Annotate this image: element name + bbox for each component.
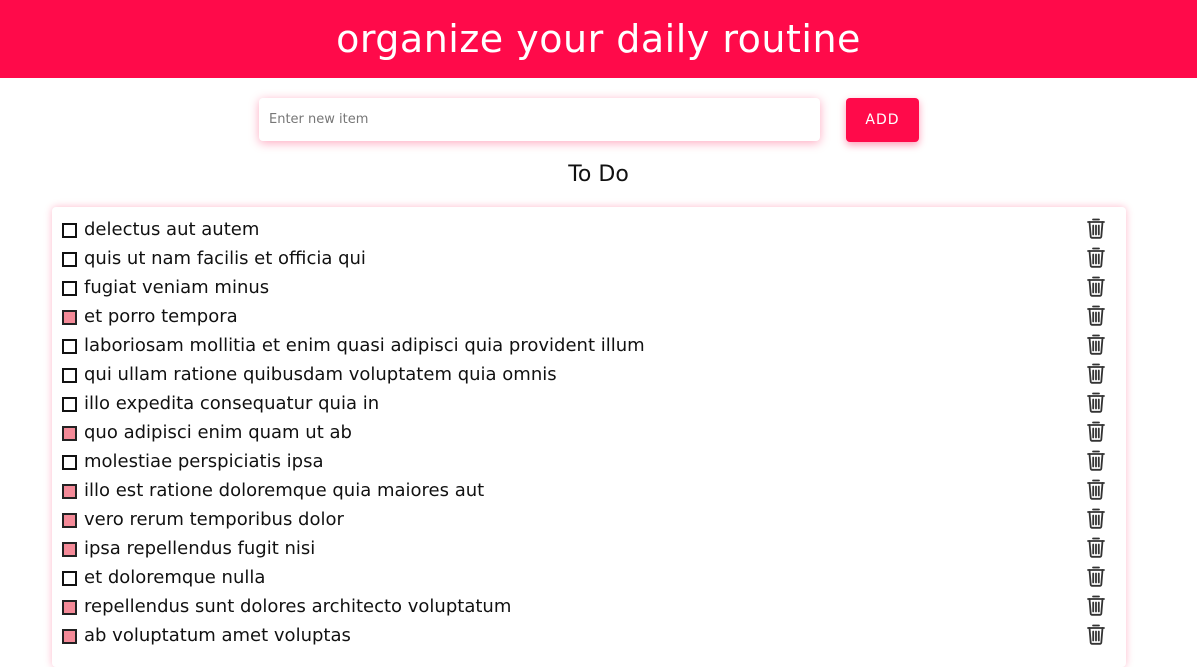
trash-icon[interactable] xyxy=(1086,362,1106,384)
item-label: delectus aut autem xyxy=(84,219,260,240)
app-header: organize your daily routine xyxy=(0,0,1197,78)
trash-icon[interactable] xyxy=(1086,304,1106,326)
item-label: et doloremque nulla xyxy=(84,567,266,588)
section-title: To Do xyxy=(568,162,629,187)
add-button[interactable]: ADD xyxy=(846,98,919,142)
list-item: et porro tempora xyxy=(52,303,1126,332)
list-item: quo adipisci enim quam ut ab xyxy=(52,419,1126,448)
list-item: et doloremque nulla xyxy=(52,564,1126,593)
new-item-input[interactable] xyxy=(259,98,820,141)
todo-list: delectus aut autem quis ut nam facilis et… xyxy=(52,216,1126,651)
trash-icon[interactable] xyxy=(1086,478,1106,500)
trash-icon[interactable] xyxy=(1086,333,1106,355)
list-item: ab voluptatum amet voluptas xyxy=(52,622,1126,651)
list-item: delectus aut autem xyxy=(52,216,1126,245)
trash-icon[interactable] xyxy=(1086,391,1106,413)
item-label: illo expedita consequatur quia in xyxy=(84,393,380,414)
trash-icon[interactable] xyxy=(1086,246,1106,268)
checkbox-checked[interactable] xyxy=(62,426,77,441)
trash-icon[interactable] xyxy=(1086,420,1106,442)
list-item: illo est ratione doloremque quia maiores… xyxy=(52,477,1126,506)
checkbox[interactable] xyxy=(62,455,77,470)
item-label: ipsa repellendus fugit nisi xyxy=(84,538,316,559)
checkbox-checked[interactable] xyxy=(62,513,77,528)
list-item: molestiae perspiciatis ipsa xyxy=(52,448,1126,477)
item-label: ab voluptatum amet voluptas xyxy=(84,625,351,646)
item-label: et porro tempora xyxy=(84,306,238,327)
todo-list-card: delectus aut autem quis ut nam facilis et… xyxy=(52,207,1126,667)
item-label: laboriosam mollitia et enim quasi adipis… xyxy=(84,335,645,356)
page-title: organize your daily routine xyxy=(336,17,861,61)
checkbox[interactable] xyxy=(62,223,77,238)
item-label: qui ullam ratione quibusdam voluptatem q… xyxy=(84,364,557,385)
list-item: laboriosam mollitia et enim quasi adipis… xyxy=(52,332,1126,361)
trash-icon[interactable] xyxy=(1086,536,1106,558)
item-label: repellendus sunt dolores architecto volu… xyxy=(84,596,512,617)
checkbox-checked[interactable] xyxy=(62,484,77,499)
item-label: fugiat veniam minus xyxy=(84,277,270,298)
item-label: illo est ratione doloremque quia maiores… xyxy=(84,480,485,501)
list-item: illo expedita consequatur quia in xyxy=(52,390,1126,419)
list-item: fugiat veniam minus xyxy=(52,274,1126,303)
list-item: quis ut nam facilis et officia qui xyxy=(52,245,1126,274)
trash-icon[interactable] xyxy=(1086,565,1106,587)
list-item: repellendus sunt dolores architecto volu… xyxy=(52,593,1126,622)
checkbox[interactable] xyxy=(62,252,77,267)
item-label: quis ut nam facilis et officia qui xyxy=(84,248,366,269)
list-item: vero rerum temporibus dolor xyxy=(52,506,1126,535)
checkbox-checked[interactable] xyxy=(62,629,77,644)
item-label: vero rerum temporibus dolor xyxy=(84,509,344,530)
checkbox[interactable] xyxy=(62,368,77,383)
checkbox[interactable] xyxy=(62,571,77,586)
checkbox[interactable] xyxy=(62,281,77,296)
list-item: qui ullam ratione quibusdam voluptatem q… xyxy=(52,361,1126,390)
checkbox-checked[interactable] xyxy=(62,600,77,615)
trash-icon[interactable] xyxy=(1086,449,1106,471)
checkbox-checked[interactable] xyxy=(62,310,77,325)
list-item: ipsa repellendus fugit nisi xyxy=(52,535,1126,564)
checkbox-checked[interactable] xyxy=(62,542,77,557)
checkbox[interactable] xyxy=(62,339,77,354)
item-label: molestiae perspiciatis ipsa xyxy=(84,451,324,472)
checkbox[interactable] xyxy=(62,397,77,412)
trash-icon[interactable] xyxy=(1086,275,1106,297)
trash-icon[interactable] xyxy=(1086,623,1106,645)
item-label: quo adipisci enim quam ut ab xyxy=(84,422,352,443)
trash-icon[interactable] xyxy=(1086,594,1106,616)
trash-icon[interactable] xyxy=(1086,217,1106,239)
trash-icon[interactable] xyxy=(1086,507,1106,529)
